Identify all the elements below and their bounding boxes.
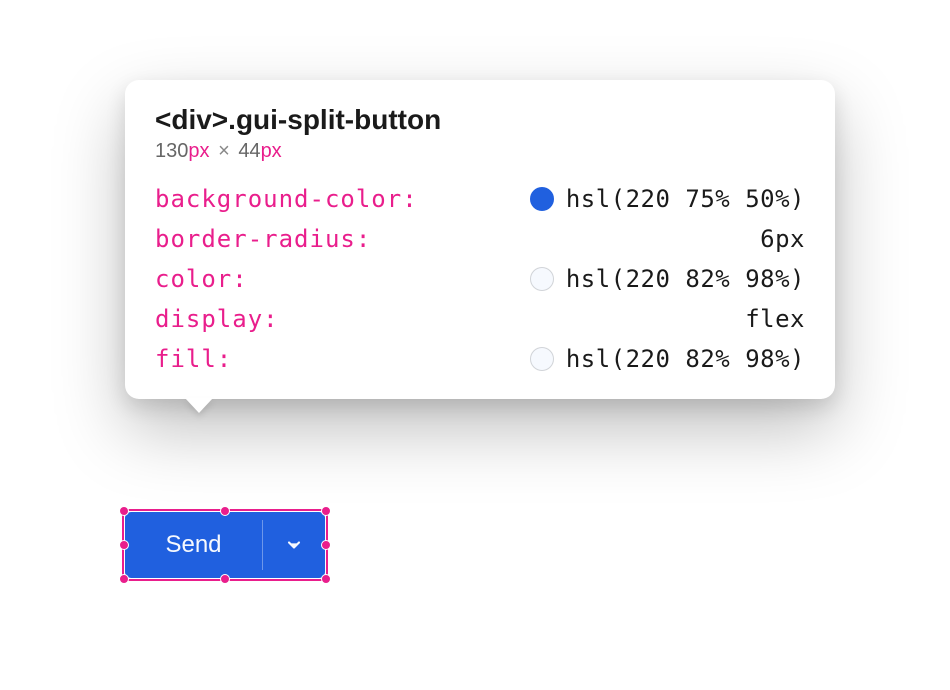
dropdown-toggle-button[interactable] — [263, 512, 325, 578]
property-value: hsl(220 75% 50%) — [566, 185, 805, 213]
dimension-height: 44 — [238, 140, 260, 162]
prop-fill: fill: hsl(220 82% 98%) — [155, 345, 805, 373]
tooltip-arrow-icon — [185, 398, 213, 413]
prop-background-color: background-color: hsl(220 75% 50%) — [155, 185, 805, 213]
inspected-element-wrapper: Send — [125, 512, 325, 578]
gui-split-button[interactable]: Send — [125, 512, 325, 578]
color-swatch-icon — [530, 187, 554, 211]
element-dimensions: 130px × 44px — [155, 140, 805, 163]
property-name: display — [155, 305, 263, 333]
property-value: hsl(220 82% 98%) — [566, 345, 805, 373]
button-label: Send — [165, 531, 221, 559]
property-name: border-radius — [155, 225, 356, 253]
css-properties-list: background-color: hsl(220 75% 50%) borde… — [155, 185, 805, 373]
unit-px: px — [188, 140, 209, 162]
property-value: 6px — [760, 225, 805, 253]
dimension-width: 130 — [155, 140, 188, 162]
unit-px: px — [261, 140, 282, 162]
prop-border-radius: border-radius: 6px — [155, 225, 805, 253]
send-button[interactable]: Send — [125, 512, 262, 578]
property-value: flex — [745, 305, 805, 333]
chevron-down-icon — [284, 535, 304, 555]
property-name: fill — [155, 345, 217, 373]
prop-color: color: hsl(220 82% 98%) — [155, 265, 805, 293]
property-name: color — [155, 265, 232, 293]
element-selector: <div>.gui-split-button — [155, 104, 805, 136]
prop-display: display: flex — [155, 305, 805, 333]
dimension-separator: × — [218, 140, 230, 162]
property-value: hsl(220 82% 98%) — [566, 265, 805, 293]
color-swatch-icon — [530, 347, 554, 371]
color-swatch-icon — [530, 267, 554, 291]
devtools-tooltip: <div>.gui-split-button 130px × 44px back… — [125, 80, 835, 399]
property-name: background-color — [155, 185, 402, 213]
